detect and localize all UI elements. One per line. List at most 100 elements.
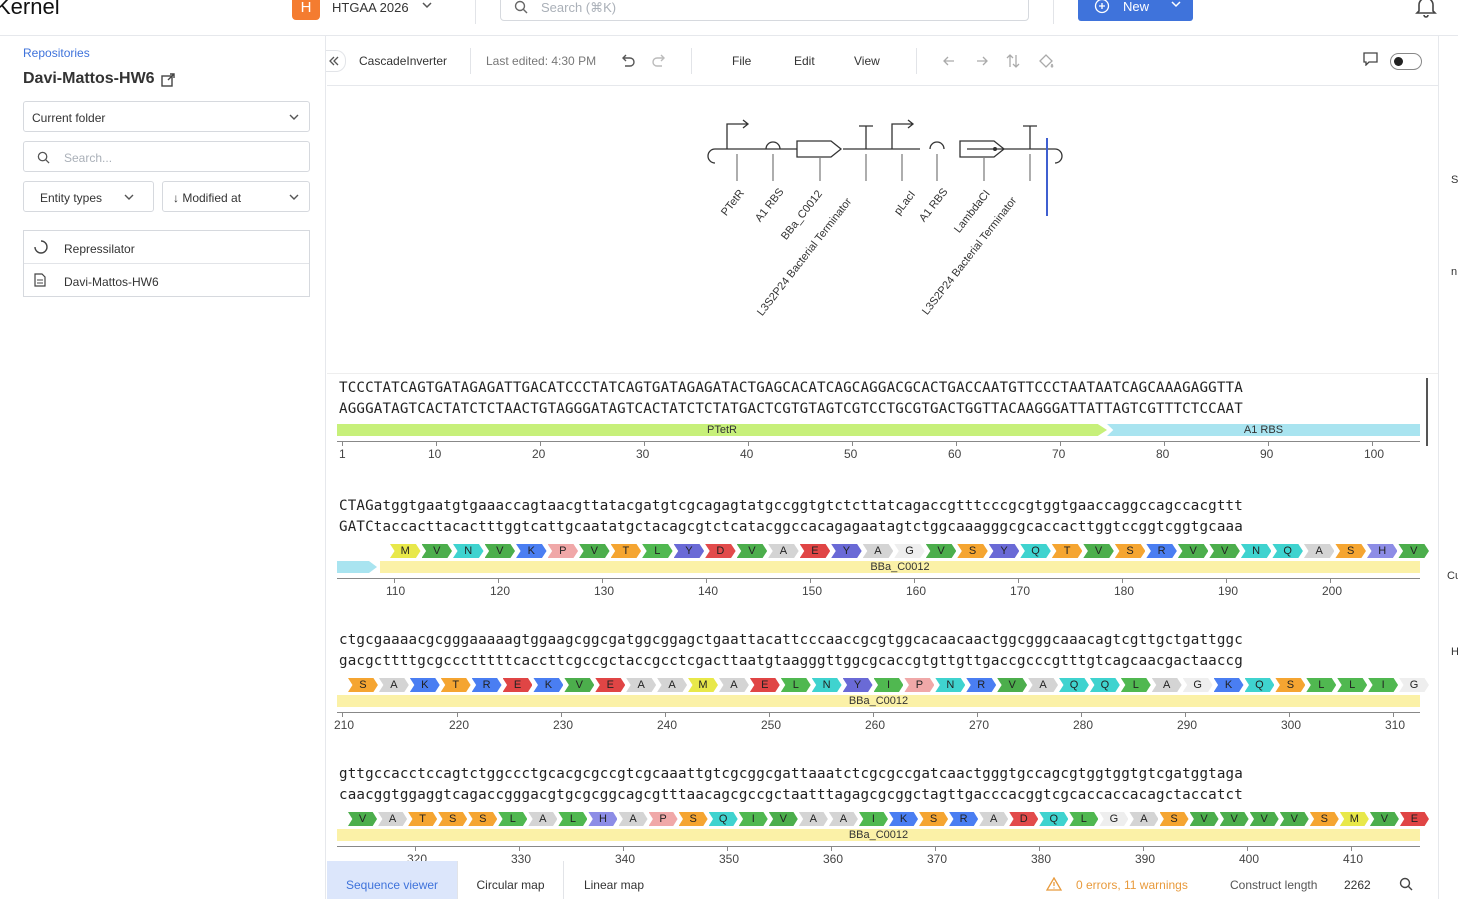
sort-select[interactable]: ↓ Modified at <box>162 181 310 212</box>
amino-acid[interactable]: L <box>1069 812 1099 826</box>
construct-title[interactable]: CascadeInverter <box>359 54 447 68</box>
amino-acid[interactable]: L <box>498 812 528 826</box>
list-item[interactable]: Repressilator <box>24 231 309 264</box>
amino-acid[interactable]: V <box>925 544 957 558</box>
amino-acid[interactable]: V <box>1369 812 1399 826</box>
amino-acid[interactable]: S <box>1335 544 1366 558</box>
amino-acid[interactable]: I <box>858 812 888 826</box>
sequence-viewer[interactable]: TCCCTATCAGTGATAGAGATTGACATCCCTATCAGTGATA… <box>327 376 1438 866</box>
amino-acid[interactable]: S <box>1114 544 1146 558</box>
promoter-glyph[interactable] <box>891 119 915 149</box>
amino-acid[interactable]: L <box>1337 678 1368 692</box>
arrow-left-icon[interactable] <box>942 54 956 68</box>
terminator-glyph[interactable] <box>1023 125 1037 149</box>
amino-acid[interactable]: H <box>1366 544 1398 558</box>
amino-acid[interactable]: Q <box>1089 678 1120 692</box>
amino-acid[interactable]: S <box>348 678 378 692</box>
entity-types-filter[interactable]: Entity types <box>23 181 154 212</box>
amino-acid[interactable]: G <box>1399 678 1429 692</box>
amino-acid[interactable]: Q <box>1272 544 1303 558</box>
amino-acid[interactable]: A <box>862 544 894 558</box>
amino-acid[interactable]: E <box>749 678 780 692</box>
amino-acid[interactable]: A <box>1151 678 1182 692</box>
swap-vertical-icon[interactable] <box>1006 53 1020 69</box>
feature-a1-rbs[interactable]: A1 RBS <box>1107 424 1420 436</box>
amino-acid[interactable]: N <box>453 544 484 558</box>
folder-select[interactable]: Current folder <box>23 101 310 132</box>
undo-icon[interactable] <box>620 54 635 68</box>
amino-acid[interactable]: V <box>997 678 1028 692</box>
amino-acid[interactable]: A <box>768 544 799 558</box>
feature-bba-c0012[interactable]: BBa_C0012 <box>380 561 1420 573</box>
app-brand[interactable]: Kernel <box>0 0 60 20</box>
amino-acid[interactable]: Y <box>842 678 873 692</box>
amino-acid[interactable]: S <box>678 812 708 826</box>
amino-acid[interactable]: M <box>688 678 718 692</box>
amino-acid[interactable]: Y <box>673 544 705 558</box>
amino-acid[interactable]: M <box>1339 812 1369 826</box>
amino-acid[interactable]: A <box>828 812 858 826</box>
amino-acid[interactable]: S <box>1309 812 1339 826</box>
sequence-top-strand[interactable]: TCCCTATCAGTGATAGAGATTGACATCCCTATCAGTGATA… <box>339 380 1243 396</box>
breadcrumb-repositories[interactable]: Repositories <box>23 46 90 60</box>
amino-acid[interactable]: L <box>780 678 811 692</box>
terminator-glyph[interactable] <box>859 125 873 149</box>
paint-bucket-icon[interactable] <box>1038 53 1054 69</box>
sequence-bottom-strand[interactable]: GATCtaccacttacactttggtcattgcaatatgctacag… <box>339 519 1243 535</box>
amino-acid[interactable]: V <box>564 678 595 692</box>
amino-acid[interactable]: D <box>705 544 736 558</box>
bell-icon[interactable] <box>1415 0 1437 18</box>
amino-acid[interactable]: A <box>618 812 648 826</box>
amino-acid[interactable]: V <box>768 812 798 826</box>
amino-acid[interactable]: A <box>528 812 558 826</box>
feature-bba-c0012[interactable]: BBa_C0012 <box>337 695 1420 707</box>
amino-acid[interactable]: V <box>421 544 452 558</box>
amino-acid[interactable]: L <box>1120 678 1151 692</box>
menu-file[interactable]: File <box>732 54 751 68</box>
amino-acid[interactable]: A <box>979 812 1009 826</box>
sequence-bottom-strand[interactable]: gacgcttttgcgccctttttcaccttcgccgctaccgcct… <box>339 653 1243 669</box>
tab-sequence-viewer[interactable]: Sequence viewer <box>327 861 458 899</box>
amino-acid[interactable]: V <box>1177 544 1209 558</box>
rbs-glyph[interactable] <box>765 141 781 150</box>
amino-acid[interactable]: K <box>409 678 440 692</box>
amino-acid[interactable]: E <box>799 544 831 558</box>
scrollbar[interactable] <box>1426 378 1428 446</box>
amino-acid[interactable]: I <box>873 678 904 692</box>
amino-acid[interactable]: Q <box>1020 544 1051 558</box>
list-item[interactable]: Davi-Mattos-HW6 <box>24 264 309 297</box>
amino-acid[interactable]: V <box>579 544 610 558</box>
amino-acid[interactable]: A <box>1129 812 1159 826</box>
amino-acid[interactable]: K <box>516 544 547 558</box>
amino-acid[interactable]: S <box>468 812 498 826</box>
amino-acid[interactable]: T <box>440 678 471 692</box>
errors-warnings[interactable]: 0 errors, 11 warnings <box>1076 878 1188 892</box>
amino-acid[interactable]: G <box>894 544 925 558</box>
workspace-avatar[interactable]: H <box>292 0 320 20</box>
amino-acid[interactable]: A <box>378 812 408 826</box>
collapse-sidebar-button[interactable] <box>326 50 346 72</box>
amino-acid[interactable]: R <box>949 812 979 826</box>
amino-acid[interactable]: R <box>471 678 502 692</box>
sequence-bottom-strand[interactable]: caacggtggaggtcagaccgggacgtgcgcggcagcgttt… <box>339 787 1243 803</box>
amino-acid[interactable]: P <box>904 678 935 692</box>
amino-acid[interactable]: I <box>738 812 768 826</box>
arrow-right-icon[interactable] <box>975 54 989 68</box>
tab-linear-map[interactable]: Linear map <box>564 861 664 899</box>
amino-acid[interactable]: T <box>1051 544 1083 558</box>
view-toggle[interactable] <box>1390 53 1422 70</box>
amino-acid[interactable]: E <box>502 678 533 692</box>
amino-acid[interactable]: I <box>1368 678 1399 692</box>
comment-icon[interactable] <box>1363 52 1378 66</box>
amino-acid[interactable]: V <box>1219 812 1249 826</box>
amino-acid[interactable]: N <box>1240 544 1272 558</box>
amino-acid[interactable]: V <box>1083 544 1114 558</box>
amino-acid[interactable]: K <box>1213 678 1244 692</box>
amino-acid[interactable]: E <box>595 678 626 692</box>
cds-glyph[interactable] <box>796 140 843 158</box>
amino-acid[interactable]: G <box>1099 812 1129 826</box>
amino-acid[interactable]: P <box>648 812 678 826</box>
amino-acid[interactable]: S <box>957 544 988 558</box>
amino-acid[interactable]: V <box>1209 544 1240 558</box>
amino-acid[interactable]: R <box>966 678 997 692</box>
